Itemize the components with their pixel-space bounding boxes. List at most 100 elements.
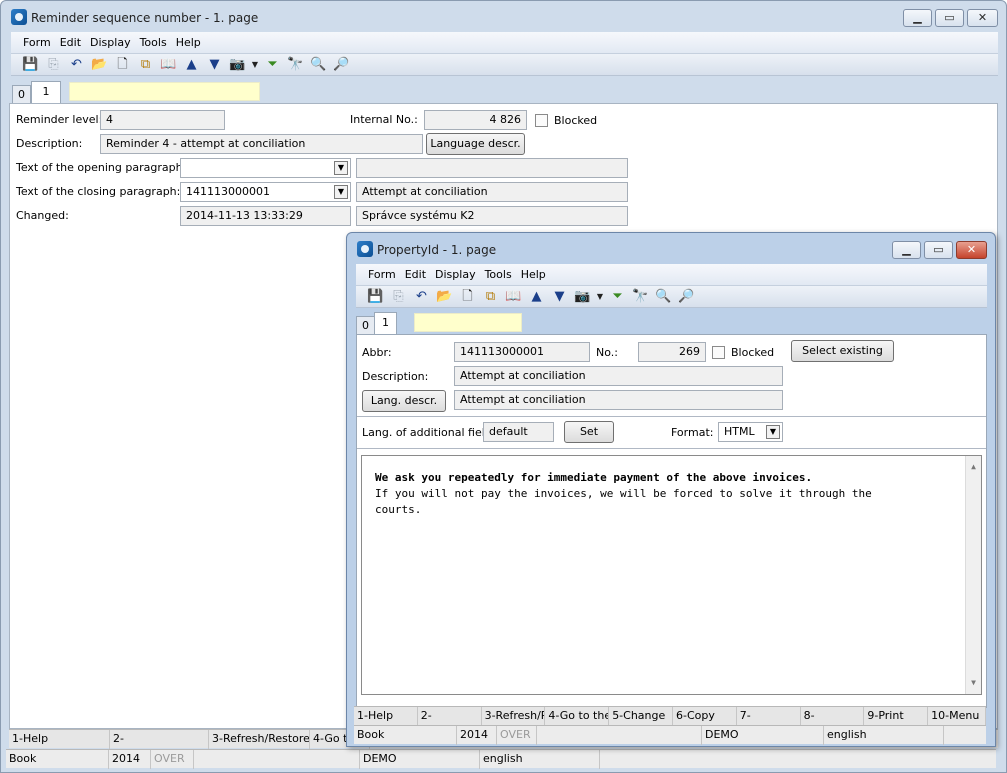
find-prev-icon[interactable]: 🔎	[677, 288, 696, 306]
reminder-level-field[interactable]: 4	[100, 110, 225, 130]
child-menubar: Form Edit Display Tools Help	[356, 264, 987, 286]
filter-icon[interactable]: ⏷	[263, 56, 282, 74]
description-field[interactable]: Attempt at conciliation	[454, 366, 783, 386]
minimize-button[interactable]: ▁	[903, 9, 932, 27]
fkey-5[interactable]: 5-Change	[609, 707, 673, 726]
blocked-checkbox[interactable]	[712, 346, 725, 359]
fkey-4[interactable]: 4-Go to the l	[545, 707, 610, 726]
lang-additional-field[interactable]: default	[483, 422, 554, 442]
reminder-level-label: Reminder level:	[16, 113, 103, 126]
menu-help[interactable]: Help	[176, 36, 201, 49]
tab-note-field[interactable]	[414, 313, 522, 332]
fkey-8[interactable]: 8-	[801, 707, 865, 726]
dropdown-icon[interactable]: ▼	[596, 288, 604, 306]
internal-no-field[interactable]: 4 826	[424, 110, 527, 130]
book-icon[interactable]: 📖	[504, 288, 523, 306]
closing-paragraph-label: Text of the closing paragraph:	[16, 185, 181, 198]
binoculars-icon[interactable]: 🔭	[631, 288, 650, 306]
binoculars-icon[interactable]: 🔭	[286, 56, 305, 74]
save-icon[interactable]: 💾	[21, 56, 40, 74]
tab-0[interactable]: 0	[12, 85, 31, 103]
status-over: OVER	[151, 750, 194, 769]
closing-paragraph-select[interactable]: 141113000001 ▼	[180, 182, 351, 202]
fkey-10[interactable]: 10-Menu	[928, 707, 986, 726]
description-field[interactable]: Reminder 4 - attempt at conciliation	[100, 134, 423, 154]
tab-0[interactable]: 0	[356, 316, 375, 334]
chevron-down-icon[interactable]: ▼	[334, 185, 348, 199]
arrow-down-icon[interactable]: ▼	[550, 288, 569, 306]
changed-by-field: Správce systému K2	[356, 206, 628, 226]
open-folder-icon[interactable]: 📂	[435, 288, 454, 306]
close-icon: ✕	[977, 11, 988, 24]
menu-form[interactable]: Form	[368, 268, 396, 281]
language-descr-button[interactable]: Language descr.	[426, 133, 525, 155]
menu-form[interactable]: Form	[23, 36, 51, 49]
arrow-up-icon[interactable]: ▲	[527, 288, 546, 306]
fkey-7[interactable]: 7-	[737, 707, 801, 726]
arrow-up-icon[interactable]: ▲	[182, 56, 201, 74]
minimize-icon: ▁	[902, 243, 911, 256]
fkey-1[interactable]: 1-Help	[9, 730, 110, 749]
find-next-icon[interactable]: 🔍	[309, 56, 328, 74]
close-button[interactable]: ✕	[967, 9, 998, 27]
find-next-icon[interactable]: 🔍	[654, 288, 673, 306]
open-folder-icon[interactable]: 📂	[90, 56, 109, 74]
menu-edit[interactable]: Edit	[60, 36, 81, 49]
undo-icon[interactable]: ↶	[67, 56, 86, 74]
lang-descr-button[interactable]: Lang. descr.	[362, 390, 446, 412]
fkey-6[interactable]: 6-Copy	[673, 707, 737, 726]
save-icon[interactable]: 💾	[366, 288, 385, 306]
abbr-field[interactable]: 141113000001	[454, 342, 590, 362]
menu-tools[interactable]: Tools	[140, 36, 167, 49]
camera-icon[interactable]: 📷	[228, 56, 247, 74]
fkey-9[interactable]: 9-Print	[864, 707, 929, 726]
chevron-down-icon[interactable]: ▼	[766, 425, 780, 439]
no-field[interactable]: 269	[638, 342, 706, 362]
minimize-button[interactable]: ▁	[892, 241, 921, 259]
menu-tools[interactable]: Tools	[485, 268, 512, 281]
text-editor[interactable]: We ask you repeatedly for immediate paym…	[361, 455, 982, 695]
save-as-icon[interactable]: ⎘	[389, 288, 408, 306]
editor-scrollbar[interactable]: ▲ ▼	[965, 456, 981, 694]
dropdown-icon[interactable]: ▼	[251, 56, 259, 74]
scroll-down-icon[interactable]: ▼	[966, 675, 981, 691]
child-titlebar[interactable]: PropertyId - 1. page ▁ ▭ ✕	[347, 233, 995, 263]
copy-icon[interactable]: ⧉	[136, 56, 155, 74]
filter-icon[interactable]: ⏷	[608, 288, 627, 306]
fkey-3[interactable]: 3-Refresh/R	[482, 707, 546, 726]
main-titlebar[interactable]: Reminder sequence number - 1. page ▁ ▭ ✕	[1, 1, 1006, 31]
scroll-up-icon[interactable]: ▲	[966, 459, 981, 475]
save-as-icon[interactable]: ⎘	[44, 56, 63, 74]
tab-1[interactable]: 1	[374, 312, 397, 334]
menu-display[interactable]: Display	[90, 36, 131, 49]
select-existing-button[interactable]: Select existing	[791, 340, 894, 362]
chevron-down-icon[interactable]: ▼	[334, 161, 348, 175]
find-prev-icon[interactable]: 🔎	[332, 56, 351, 74]
new-document-icon[interactable]: 🗋	[458, 288, 477, 306]
opening-paragraph-select[interactable]: ▼	[180, 158, 351, 178]
window-title: Reminder sequence number - 1. page	[31, 11, 259, 25]
fkey-2[interactable]: 2-	[110, 730, 209, 749]
main-status-bar: Book 2014 OVER DEMO english	[6, 749, 996, 769]
fkey-2[interactable]: 2-	[418, 707, 482, 726]
undo-icon[interactable]: ↶	[412, 288, 431, 306]
menu-display[interactable]: Display	[435, 268, 476, 281]
blocked-checkbox[interactable]	[535, 114, 548, 127]
format-select[interactable]: HTML ▼	[718, 422, 783, 442]
lang-descr-field[interactable]: Attempt at conciliation	[454, 390, 783, 410]
copy-icon[interactable]: ⧉	[481, 288, 500, 306]
tab-note-field[interactable]	[69, 82, 260, 101]
menu-help[interactable]: Help	[521, 268, 546, 281]
close-button[interactable]: ✕	[956, 241, 987, 259]
menu-edit[interactable]: Edit	[405, 268, 426, 281]
tab-1[interactable]: 1	[31, 81, 61, 103]
fkey-3[interactable]: 3-Refresh/Restore	[209, 730, 310, 749]
new-document-icon[interactable]: 🗋	[113, 56, 132, 74]
fkey-1[interactable]: 1-Help	[354, 707, 418, 726]
maximize-button[interactable]: ▭	[924, 241, 953, 259]
arrow-down-icon[interactable]: ▼	[205, 56, 224, 74]
book-icon[interactable]: 📖	[159, 56, 178, 74]
camera-icon[interactable]: 📷	[573, 288, 592, 306]
set-button[interactable]: Set	[564, 421, 614, 443]
maximize-button[interactable]: ▭	[935, 9, 964, 27]
